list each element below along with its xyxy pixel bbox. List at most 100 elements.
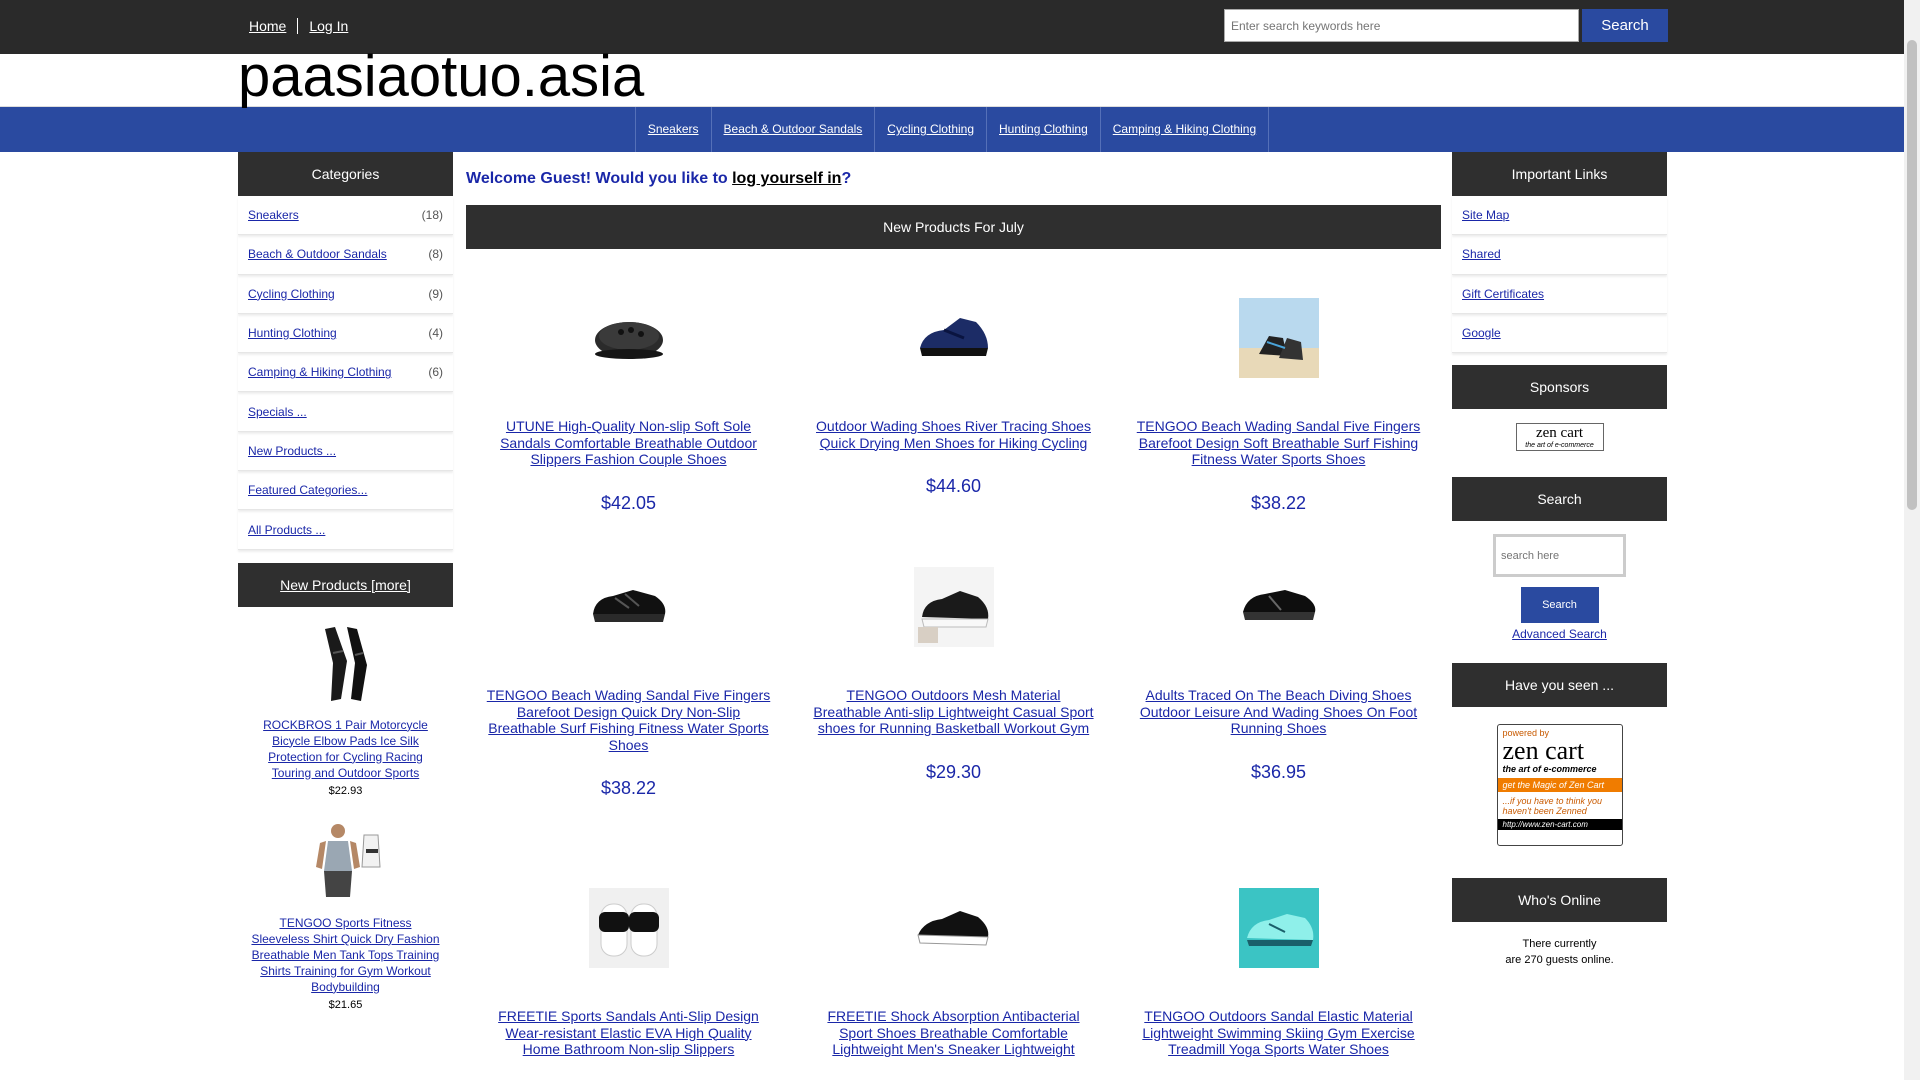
google-link[interactable]: Google xyxy=(1462,326,1501,340)
wading-shoe-image[interactable] xyxy=(914,298,994,378)
side-product: ROCKBROS 1 Pair Motorcycle Bicycle Elbow… xyxy=(238,607,453,797)
product-link[interactable]: TENGOO Beach Wading Sandal Five Fingers … xyxy=(486,687,771,753)
product-link[interactable]: FREETIE Sports Sandals Anti-Slip Design … xyxy=(486,1008,771,1058)
top-nav: Home Log In xyxy=(238,18,359,34)
mesh-sneaker-image[interactable] xyxy=(913,567,994,647)
login-prompt-link[interactable]: log yourself in xyxy=(732,170,841,187)
all-products-link[interactable]: All Products ... xyxy=(248,523,325,537)
sponsor-logo-sub: the art of e-commerce xyxy=(1525,442,1594,450)
product-link[interactable]: Outdoor Wading Shoes River Tracing Shoes… xyxy=(811,418,1096,451)
welcome-text: Welcome Guest! Would you like to xyxy=(466,170,733,187)
new-products-more-link[interactable]: New Products [more] xyxy=(280,577,411,593)
product-card: Outdoor Wading Shoes River Tracing Shoes… xyxy=(791,249,1116,547)
advanced-search-link[interactable]: Advanced Search xyxy=(1452,627,1667,641)
header-search-input[interactable] xyxy=(1224,9,1579,42)
whos-online-heading: Who's Online xyxy=(1452,878,1667,923)
side-product-link[interactable]: TENGOO Sports Fitness Sleeveless Shirt Q… xyxy=(250,915,441,995)
category-bar: Sneakers Beach & Outdoor Sandals Cycling… xyxy=(0,107,1904,152)
product-card: FREETIE Shock Absorption Antibacterial S… xyxy=(791,861,1116,1080)
barefoot-shoe-image[interactable] xyxy=(589,567,669,647)
important-link-item: Site Map xyxy=(1452,196,1667,236)
site-map-link[interactable]: Site Map xyxy=(1462,208,1509,222)
important-link-item: Google xyxy=(1452,314,1667,354)
product-price: $29.30 xyxy=(925,761,982,782)
header-search-button[interactable]: Search xyxy=(1582,9,1668,42)
banner-brand: zen cart xyxy=(1502,736,1585,766)
diving-shoe-image[interactable] xyxy=(1239,567,1319,647)
product-card: TENGOO Beach Wading Sandal Five Fingers … xyxy=(1116,249,1441,547)
sidebar-search-input[interactable] xyxy=(1493,534,1626,578)
product-price: $38.22 xyxy=(600,778,657,798)
categories-heading: Categories xyxy=(238,152,453,196)
category-item: New Products ... xyxy=(238,432,453,472)
sidebar-search-button[interactable]: Search xyxy=(1520,587,1599,624)
category-count: (18) xyxy=(421,208,443,223)
page: Home Log In Search paasiaotuo.asia Sneak… xyxy=(0,0,1904,1080)
product-card: FREETIE Sports Sandals Anti-Slip Design … xyxy=(466,861,791,1080)
login-link[interactable]: Log In xyxy=(297,18,359,34)
category-item: All Products ... xyxy=(238,510,453,550)
category-link[interactable]: Sneakers xyxy=(248,208,299,222)
whos-online-text: There currently are 270 guests online. xyxy=(1452,922,1667,968)
sponsors-heading: Sponsors xyxy=(1452,365,1667,410)
catbar-sneakers[interactable]: Sneakers xyxy=(636,107,712,152)
category-count: (9) xyxy=(428,286,443,301)
category-item: Featured Categories... xyxy=(238,471,453,511)
shared-link[interactable]: Shared xyxy=(1462,247,1501,261)
home-link[interactable]: Home xyxy=(238,18,297,34)
new-products-heading: New Products [more] xyxy=(238,562,453,607)
product-card: TENGOO Outdoors Mesh Material Breathable… xyxy=(791,547,1116,861)
featured-categories-link[interactable]: Featured Categories... xyxy=(248,483,367,497)
category-count: (4) xyxy=(428,326,443,341)
product-link[interactable]: UTUNE High-Quality Non-slip Soft Sole Sa… xyxy=(486,418,771,468)
product-card: TENGOO Beach Wading Sandal Five Fingers … xyxy=(466,547,791,861)
zen-cart-banner[interactable]: powered by zen cart the art of e-commerc… xyxy=(1496,724,1623,847)
catbar-beach-sandals[interactable]: Beach & Outdoor Sandals xyxy=(712,107,876,152)
new-products-section-heading: New Products For July xyxy=(466,205,1441,249)
welcome-message: Welcome Guest! Would you like to log you… xyxy=(466,170,1441,188)
banner-bar: get the Magic of Zen Cart xyxy=(1497,778,1622,793)
new-products-link[interactable]: New Products ... xyxy=(248,444,336,458)
beach-shoe-image[interactable] xyxy=(1238,298,1319,378)
category-count: (8) xyxy=(428,247,443,262)
banner-url: http://www.zen-cart.com xyxy=(1497,819,1622,831)
right-sidebar: Important Links Site Map Shared Gift Cer… xyxy=(1452,152,1667,968)
gift-certificates-link[interactable]: Gift Certificates xyxy=(1462,287,1544,301)
side-product-price: $21.65 xyxy=(328,998,363,1011)
catbar-cycling-clothing[interactable]: Cycling Clothing xyxy=(875,107,988,152)
side-product-link[interactable]: ROCKBROS 1 Pair Motorcycle Bicycle Elbow… xyxy=(250,717,441,781)
elbow-pads-image[interactable] xyxy=(306,623,386,703)
catbar-hunting-clothing[interactable]: Hunting Clothing xyxy=(987,107,1101,152)
eva-slippers-image[interactable] xyxy=(588,888,669,968)
online-line-2: are 270 guests online. xyxy=(1505,954,1614,967)
category-link[interactable]: Cycling Clothing xyxy=(248,287,335,301)
zen-cart-sponsor-logo[interactable]: zen cart the art of e-commerce xyxy=(1515,423,1604,452)
category-link[interactable]: Hunting Clothing xyxy=(248,326,337,340)
have-you-seen-heading: Have you seen ... xyxy=(1452,663,1667,708)
product-link[interactable]: TENGOO Outdoors Sandal Elastic Material … xyxy=(1136,1008,1421,1058)
category-item: Camping & Hiking Clothing (6) xyxy=(238,353,453,393)
scrollbar-thumb[interactable] xyxy=(1907,40,1917,510)
tank-top-image[interactable] xyxy=(306,821,386,901)
product-link[interactable]: TENGOO Beach Wading Sandal Five Fingers … xyxy=(1136,418,1421,468)
product-card: UTUNE High-Quality Non-slip Soft Sole Sa… xyxy=(466,249,791,547)
category-link[interactable]: Beach & Outdoor Sandals xyxy=(248,247,387,261)
product-link[interactable]: FREETIE Shock Absorption Antibacterial S… xyxy=(811,1008,1096,1058)
sandal-slipper-image[interactable] xyxy=(589,298,669,378)
specials-link[interactable]: Specials ... xyxy=(248,405,307,419)
category-count: (6) xyxy=(428,365,443,380)
water-shoe-image[interactable] xyxy=(1238,888,1319,968)
catbar-camping-hiking[interactable]: Camping & Hiking Clothing xyxy=(1101,107,1270,152)
product-link[interactable]: TENGOO Outdoors Mesh Material Breathable… xyxy=(811,687,1096,737)
product-link[interactable]: Adults Traced On The Beach Diving Shoes … xyxy=(1136,687,1421,737)
product-grid: UTUNE High-Quality Non-slip Soft Sole Sa… xyxy=(466,249,1441,1080)
black-sneaker-image[interactable] xyxy=(914,888,994,968)
product-price: $42.05 xyxy=(600,492,657,513)
site-logo[interactable]: paasiaotuo.asia xyxy=(238,42,644,112)
banner-tagline: the art of e-commerce xyxy=(1502,764,1597,775)
important-link-item: Gift Certificates xyxy=(1452,275,1667,314)
category-link[interactable]: Camping & Hiking Clothing xyxy=(248,365,391,379)
page-scrollbar[interactable] xyxy=(1904,0,1920,1080)
product-price: $36.95 xyxy=(1250,761,1307,782)
online-line-1: There currently xyxy=(1522,938,1597,951)
